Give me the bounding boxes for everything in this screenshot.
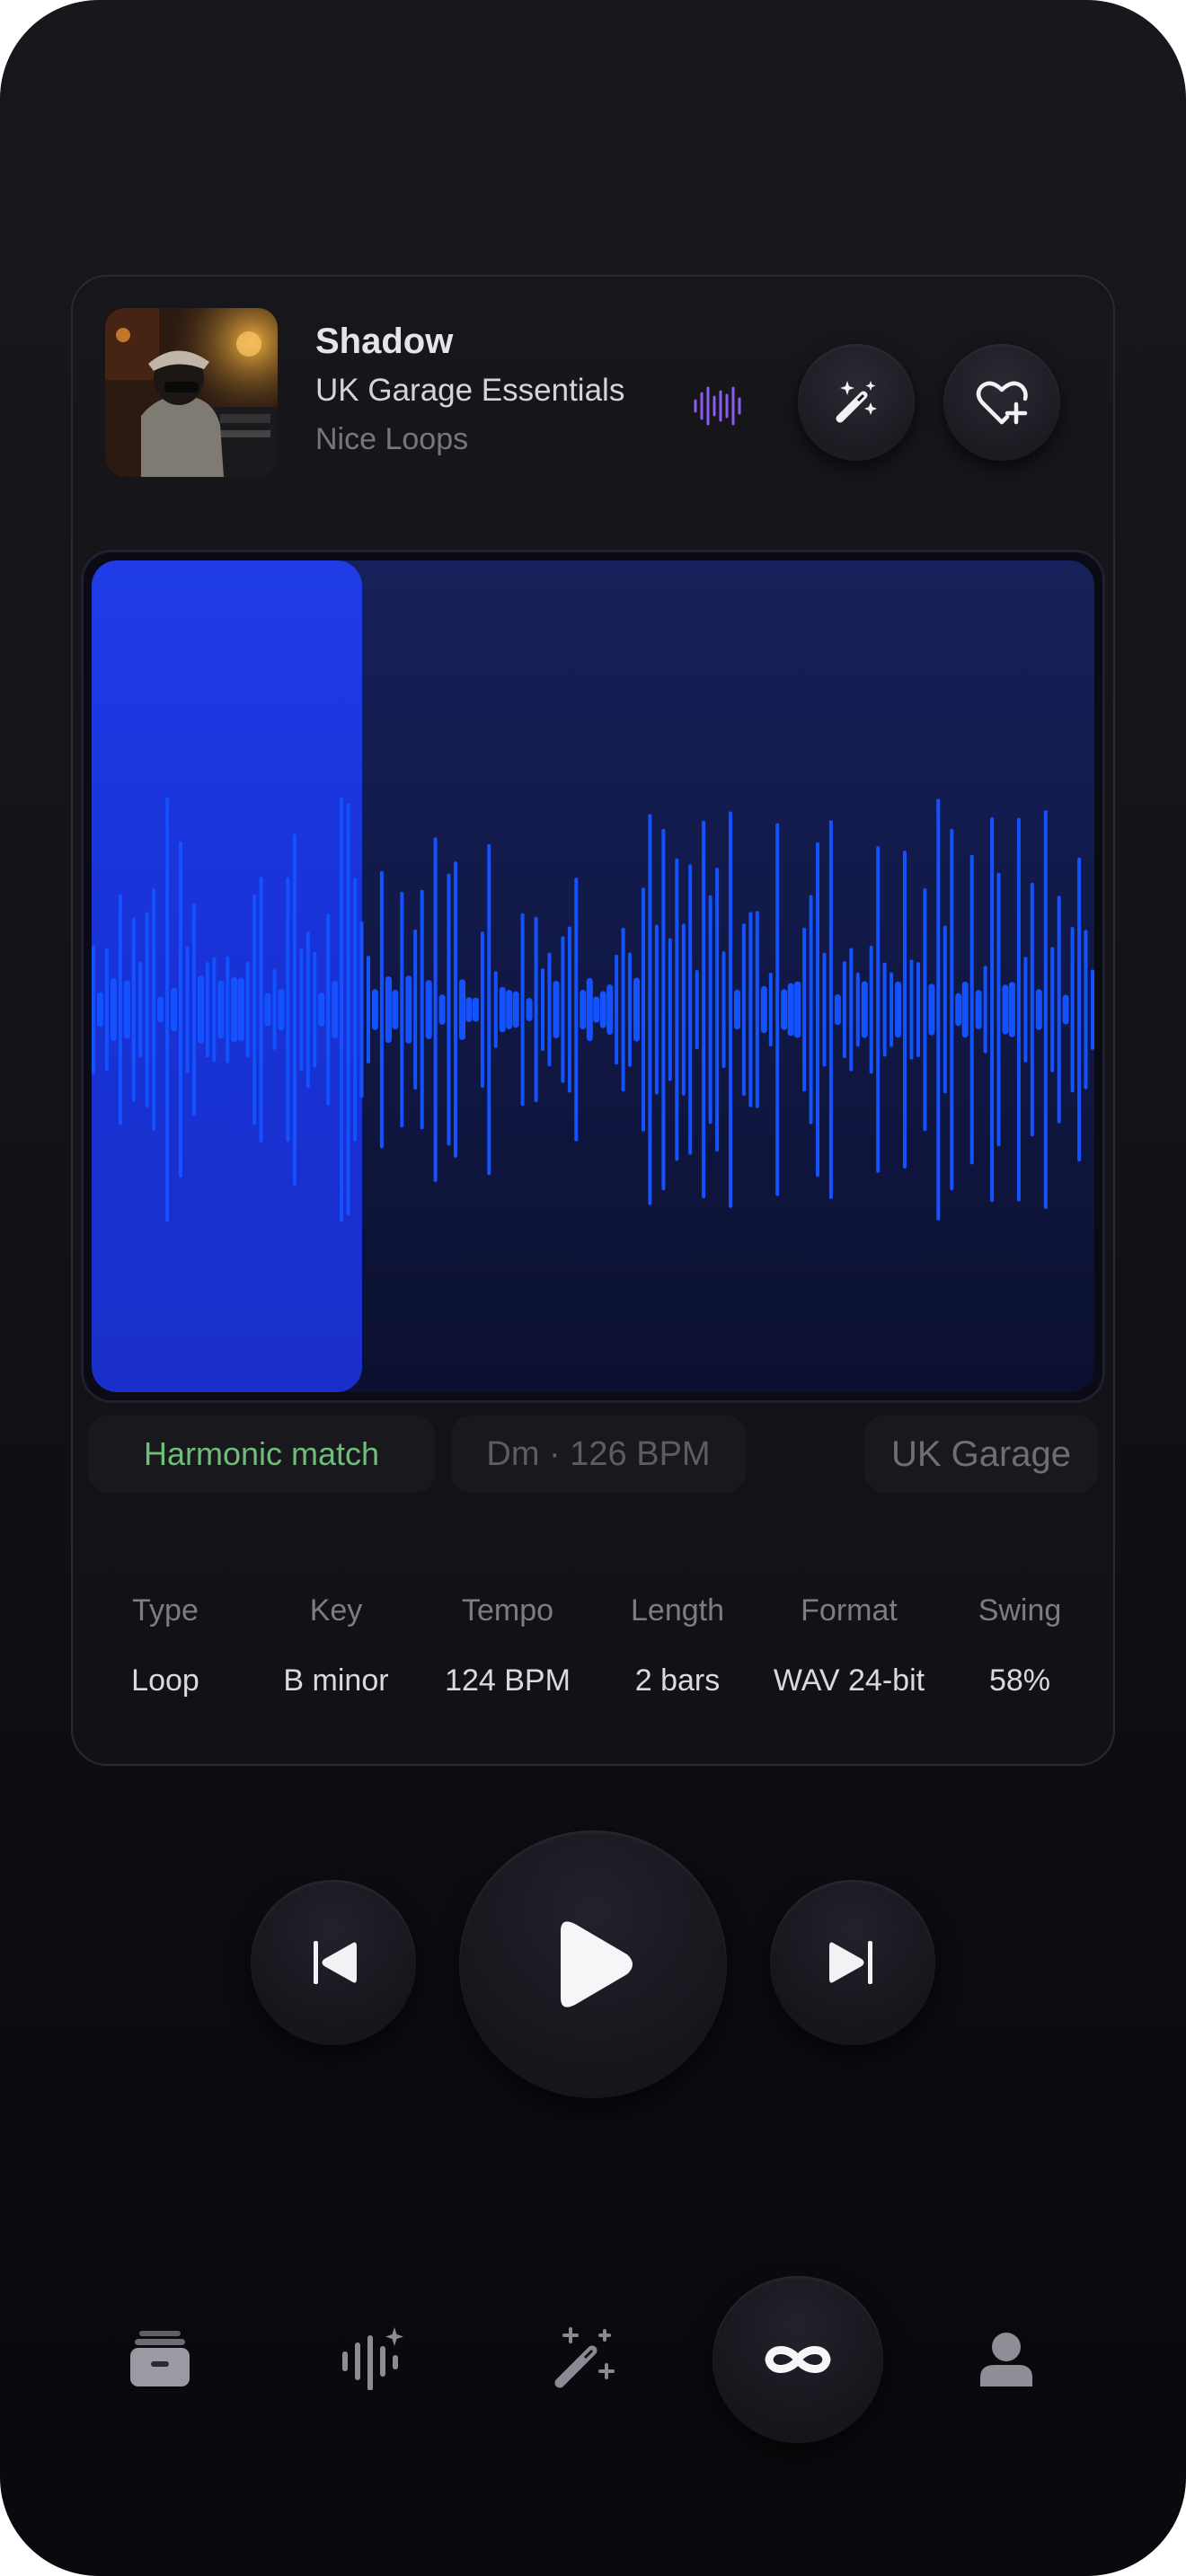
track-title: Shadow — [315, 322, 454, 361]
album-artwork — [105, 308, 278, 477]
skip-back-icon — [314, 1941, 357, 1984]
genre-tag[interactable]: UK Garage — [864, 1416, 1098, 1493]
detail-label-swing: Swing — [978, 1593, 1062, 1628]
library-icon — [130, 2331, 190, 2386]
previous-button[interactable] — [251, 1880, 416, 2045]
detail-value-format: WAV 24-bit — [773, 1663, 925, 1698]
nav-loop[interactable] — [712, 2276, 883, 2443]
nav-profile[interactable] — [961, 2323, 1051, 2395]
waveform-bars — [92, 797, 1094, 1222]
magic-wand-icon — [554, 2327, 615, 2388]
key-tempo-label: Dm · 126 BPM — [486, 1434, 711, 1473]
waveform-indicator-icon — [694, 386, 741, 426]
detail-value-type: Loop — [131, 1663, 199, 1698]
genre-label: UK Garage — [890, 1434, 1072, 1474]
magic-wand-icon — [836, 381, 877, 423]
detail-label-key: Key — [309, 1593, 363, 1628]
harmonic-match-tag[interactable]: Harmonic match — [88, 1416, 435, 1493]
harmonic-match-label: Harmonic match — [143, 1435, 380, 1472]
key-tempo-tag[interactable]: Dm · 126 BPM — [451, 1416, 746, 1493]
app-screen: Shadow UK Garage Essentials Nice Loops H… — [0, 0, 1186, 2576]
detail-label-format: Format — [801, 1593, 898, 1628]
play-button[interactable] — [459, 1831, 727, 2098]
detail-label-length: Length — [631, 1593, 724, 1628]
nav-generate[interactable] — [539, 2323, 629, 2395]
nav-sounds[interactable] — [329, 2323, 419, 2395]
detail-value-tempo: 124 BPM — [445, 1663, 571, 1698]
magic-wand-button[interactable] — [798, 344, 915, 461]
detail-label-tempo: Tempo — [461, 1593, 554, 1628]
play-icon — [561, 1921, 633, 2007]
infinity-icon — [765, 2346, 831, 2373]
waveform-sparkle-icon — [342, 2327, 403, 2390]
next-button[interactable] — [770, 1880, 935, 2045]
user-icon — [980, 2333, 1032, 2386]
detail-value-length: 2 bars — [634, 1663, 721, 1698]
detail-label-type: Type — [132, 1593, 199, 1628]
skip-forward-icon — [829, 1941, 872, 1984]
detail-value-key: B minor — [283, 1663, 389, 1698]
heart-plus-icon — [976, 381, 1028, 425]
nav-library[interactable] — [115, 2323, 205, 2395]
artist-name[interactable]: Nice Loops — [315, 422, 468, 457]
detail-value-swing: 58% — [988, 1663, 1051, 1698]
pack-name[interactable]: UK Garage Essentials — [315, 373, 624, 409]
add-favorite-button[interactable] — [943, 344, 1060, 461]
waveform-scrubber[interactable] — [92, 560, 1094, 1392]
